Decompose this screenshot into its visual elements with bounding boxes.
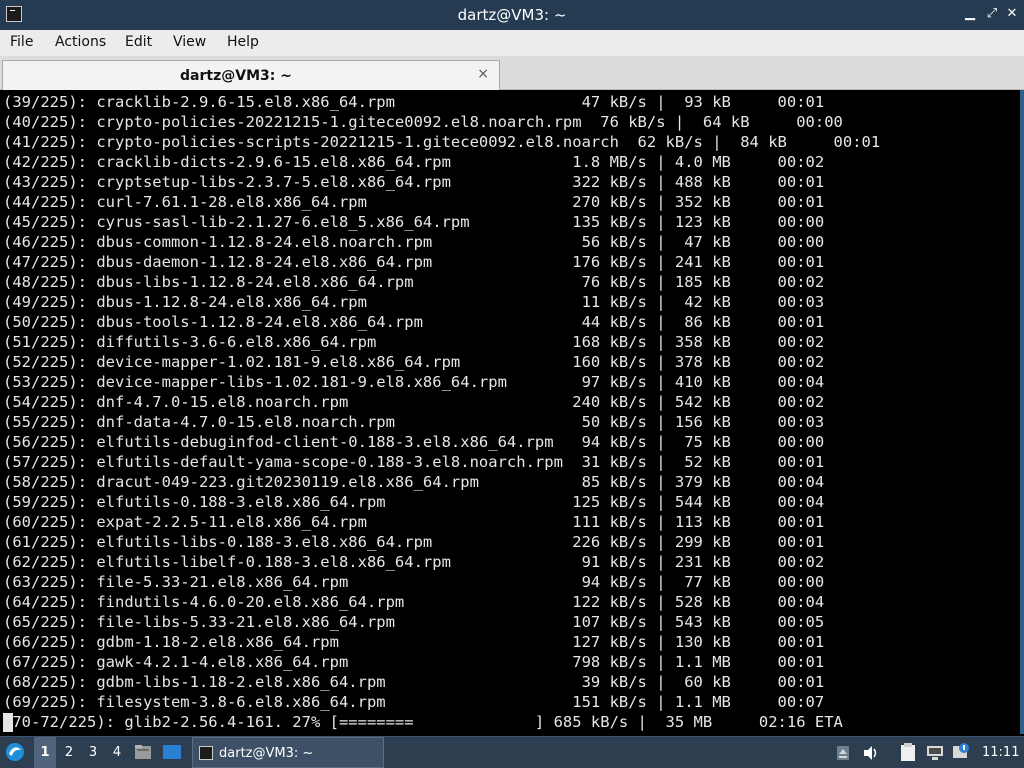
terminal-line: (45/225): cyrus-sasl-lib-2.1.27-6.el8_5.… xyxy=(3,213,825,231)
tab-label: dartz@VM3: ~ xyxy=(180,68,292,84)
terminal-icon xyxy=(199,746,213,760)
terminal-line: (46/225): dbus-common-1.12.8-24.el8.noar… xyxy=(3,233,825,251)
tab-bar: dartz@VM3: ~ × xyxy=(0,56,1024,90)
terminal-line: (65/225): file-libs-5.33-21.el8.x86_64.r… xyxy=(3,613,825,631)
tab-close-icon[interactable]: × xyxy=(477,66,489,82)
terminal-line: (52/225): device-mapper-1.02.181-9.el8.x… xyxy=(3,353,825,371)
terminal-line: (59/225): elfutils-0.188-3.el8.x86_64.rp… xyxy=(3,493,825,511)
terminal-line: (61/225): elfutils-libs-0.188-3.el8.x86_… xyxy=(3,533,825,551)
show-desktop-icon[interactable] xyxy=(162,737,184,768)
menu-bar: File Actions Edit View Help xyxy=(0,30,1024,56)
taskbar: 1 2 3 4 dartz@VM3: ~ 11:11 xyxy=(0,736,1024,768)
terminal-line: (44/225): curl-7.61.1-28.el8.x86_64.rpm … xyxy=(3,193,825,211)
maximize-icon[interactable]: ⤢ xyxy=(984,6,1000,22)
workspace-4[interactable]: 4 xyxy=(106,737,128,768)
terminal-line: (42/225): cracklib-dicts-2.9.6-15.el8.x8… xyxy=(3,153,825,171)
terminal-line-progress: (70-72/225): glib2-2.56.4-161. 27% [====… xyxy=(3,713,843,731)
minimize-icon[interactable]: ▁ xyxy=(962,6,978,22)
workspace-1[interactable]: 1 xyxy=(34,737,56,768)
terminal-line: (40/225): crypto-policies-20221215-1.git… xyxy=(3,113,843,131)
terminal-line: (51/225): diffutils-3.6-6.el8.x86_64.rpm… xyxy=(3,333,825,351)
terminal-line: (67/225): gawk-4.2.1-4.el8.x86_64.rpm 79… xyxy=(3,653,825,671)
terminal-line: (48/225): dbus-libs-1.12.8-24.el8.x86_64… xyxy=(3,273,825,291)
terminal-output[interactable]: (39/225): cracklib-2.9.6-15.el8.x86_64.r… xyxy=(0,90,1024,734)
taskbar-task-terminal[interactable]: dartz@VM3: ~ xyxy=(192,737,384,768)
network-icon[interactable] xyxy=(926,737,946,768)
terminal-line: (57/225): elfutils-default-yama-scope-0.… xyxy=(3,453,825,471)
task-label: dartz@VM3: ~ xyxy=(219,746,314,761)
terminal-line: (49/225): dbus-1.12.8-24.el8.x86_64.rpm … xyxy=(3,293,825,311)
menu-edit[interactable]: Edit xyxy=(125,34,152,50)
terminal-line: (55/225): dnf-data-4.7.0-15.el8.noarch.r… xyxy=(3,413,825,431)
menu-help[interactable]: Help xyxy=(227,34,259,50)
terminal-line: (64/225): findutils-4.6.0-20.el8.x86_64.… xyxy=(3,593,825,611)
volume-icon[interactable] xyxy=(862,737,882,768)
terminal-line: (47/225): dbus-daemon-1.12.8-24.el8.x86_… xyxy=(3,253,825,271)
menu-actions[interactable]: Actions xyxy=(55,34,106,50)
window-title: dartz@VM3: ~ xyxy=(457,6,567,24)
terminal-line: (39/225): cracklib-2.9.6-15.el8.x86_64.r… xyxy=(3,93,825,111)
update-icon[interactable] xyxy=(952,737,972,768)
terminal-line: (56/225): elfutils-debuginfod-client-0.1… xyxy=(3,433,825,451)
terminal-line: (63/225): file-5.33-21.el8.x86_64.rpm 94… xyxy=(3,573,825,591)
terminal-line: (43/225): cryptsetup-libs-2.3.7-5.el8.x8… xyxy=(3,173,825,191)
terminal-line: (50/225): dbus-tools-1.12.8-24.el8.x86_6… xyxy=(3,313,825,331)
terminal-line: (69/225): filesystem-3.8-6.el8.x86_64.rp… xyxy=(3,693,825,711)
tab-terminal[interactable]: dartz@VM3: ~ × xyxy=(2,60,500,90)
terminal-line: (54/225): dnf-4.7.0-15.el8.noarch.rpm 24… xyxy=(3,393,825,411)
menu-file[interactable]: File xyxy=(10,34,33,50)
clipboard-icon[interactable] xyxy=(900,737,920,768)
terminal-line: (68/225): gdbm-libs-1.18-2.el8.x86_64.rp… xyxy=(3,673,825,691)
terminal-line: (53/225): device-mapper-libs-1.02.181-9.… xyxy=(3,373,825,391)
terminal-line: (41/225): crypto-policies-scripts-202212… xyxy=(3,133,881,151)
terminal-scrollbar[interactable] xyxy=(1020,90,1022,734)
workspace-2[interactable]: 2 xyxy=(58,737,80,768)
clock[interactable]: 11:11 xyxy=(982,737,1022,768)
window-titlebar[interactable]: dartz@VM3: ~ ▁ ⤢ ✕ xyxy=(0,0,1024,30)
workspace-3[interactable]: 3 xyxy=(82,737,104,768)
terminal-line: (66/225): gdbm-1.18-2.el8.x86_64.rpm 127… xyxy=(3,633,825,651)
file-manager-icon[interactable] xyxy=(134,737,154,768)
close-icon[interactable]: ✕ xyxy=(1004,6,1020,22)
terminal-line: (60/225): expat-2.2.5-11.el8.x86_64.rpm … xyxy=(3,513,825,531)
lxqt-start-icon[interactable] xyxy=(4,737,28,768)
menu-view[interactable]: View xyxy=(173,34,206,50)
terminal-line: (62/225): elfutils-libelf-0.188-3.el8.x8… xyxy=(3,553,825,571)
terminal-line: (58/225): dracut-049-223.git20230119.el8… xyxy=(3,473,825,491)
eject-icon[interactable] xyxy=(836,737,852,768)
